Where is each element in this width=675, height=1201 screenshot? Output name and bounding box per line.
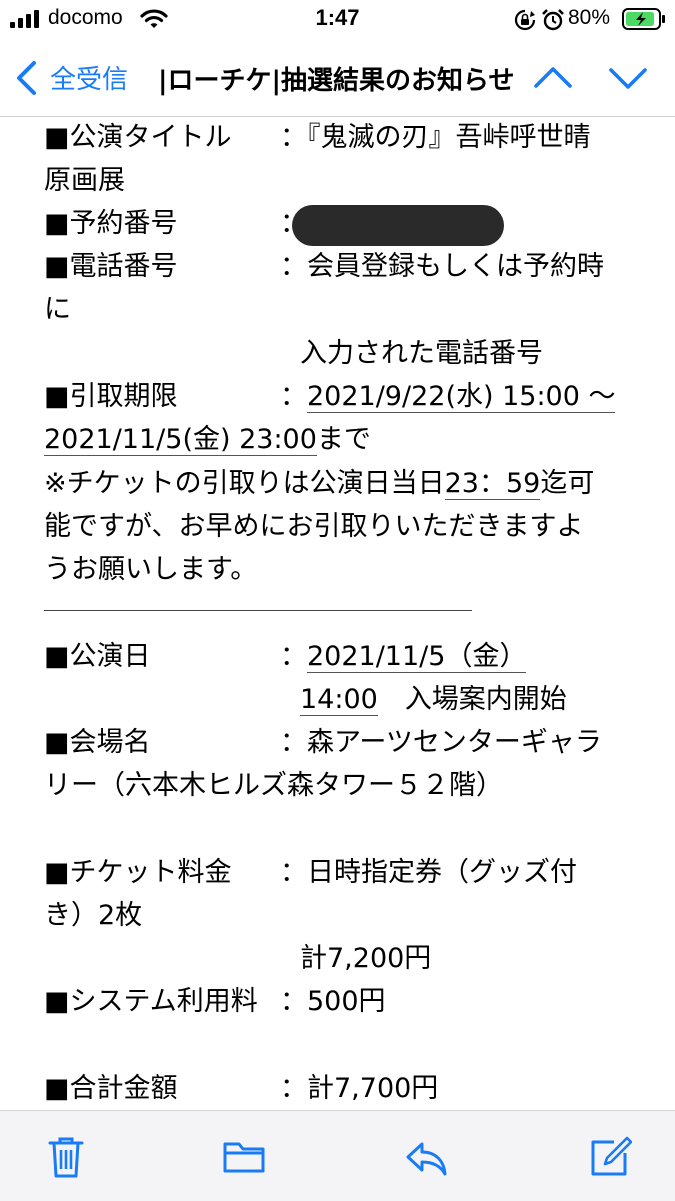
reply-icon[interactable] [404, 1135, 448, 1179]
system-fee-label: ■システム利用料 [44, 986, 258, 1017]
phone-label: ■電話番号 [44, 251, 178, 282]
back-button-label[interactable]: 全受信 [50, 59, 128, 96]
pickup-colon: ： [280, 381, 307, 412]
note-line-1: ※チケットの引取りは公演日当日23：59迄可 [44, 468, 594, 500]
note-line-3: うお願いします。 [44, 554, 258, 585]
note-1c: 迄可 [540, 468, 595, 499]
time-value: 14:00 入場案内開始 [300, 684, 567, 716]
date-link[interactable]: 2021/11/5（金） [307, 641, 527, 673]
phone-continuation-2: 入力された電話番号 [300, 338, 543, 369]
title-label: ■公演タイトル [44, 122, 232, 153]
pickup-label: ■引取期限 [44, 381, 178, 412]
date-colon: ： [280, 641, 307, 672]
note-time-link[interactable]: 23：59 [444, 468, 541, 500]
total-label: ■合計金額 [44, 1073, 178, 1104]
chevron-down-icon[interactable] [608, 66, 648, 92]
time-suffix: 入場案内開始 [377, 684, 567, 715]
fee-value: ：日時指定券（グッズ付 [280, 857, 577, 888]
phone-value: ：会員登録もしくは予約時 [280, 251, 604, 282]
time-link[interactable]: 14:00 [300, 684, 378, 716]
pickup-start-link[interactable]: 2021/9/22(水) 15:00 ～ [307, 381, 616, 413]
fee-continuation: き）2枚 [44, 900, 143, 931]
pickup-end: 2021/11/5(金) 23:00まで [44, 424, 371, 456]
compose-icon[interactable] [588, 1135, 632, 1179]
total-value: ：計7,700円 [280, 1073, 439, 1104]
system-fee-value: ：500円 [280, 986, 386, 1017]
battery-percent: 80% [568, 6, 611, 29]
email-subject: |ローチケ|抽選結果のお知らせ [158, 66, 515, 96]
date-value: ：2021/11/5（金） [280, 641, 527, 673]
status-bar: docomo 1:47 80% [0, 0, 675, 40]
email-body: ■公演タイトル ：『鬼滅の刃』吾峠呼世晴 原画展 ■予約番号 ： ■電話番号 ：… [0, 117, 675, 1110]
fee-total: 計7,200円 [300, 943, 432, 974]
title-value: ：『鬼滅の刃』吾峠呼世晴 [280, 122, 591, 153]
nav-bar: 全受信 |ローチケ|抽選結果のお知らせ [0, 40, 675, 117]
venue-label: ■会場名 [44, 727, 151, 758]
reservation-label: ■予約番号 [44, 208, 178, 239]
pickup-end-suffix: まで [316, 424, 371, 455]
chevron-up-icon[interactable] [533, 64, 573, 90]
title-continuation: 原画展 [44, 165, 125, 196]
redacted-reservation-number [292, 205, 504, 246]
bottom-toolbar [0, 1110, 675, 1201]
pickup-end-link[interactable]: 2021/11/5(金) 23:00 [44, 424, 317, 456]
battery-icon [622, 8, 665, 30]
alarm-icon [542, 9, 564, 31]
venue-value: ：森アーツセンターギャラ [280, 727, 602, 758]
back-chevron-icon[interactable] [14, 60, 38, 96]
phone-continuation: に [44, 294, 71, 325]
pickup-period: ：2021/9/22(水) 15:00 ～ [280, 381, 616, 413]
fee-label: ■チケット料金 [44, 857, 232, 888]
rotation-lock-icon [514, 9, 536, 31]
date-label: ■公演日 [44, 641, 151, 672]
venue-continuation: リー（六本木ヒルズ森タワー５２階） [44, 770, 503, 801]
trash-icon[interactable] [44, 1135, 88, 1179]
note-line-2: 能ですが、お早めにお引取りいただきますよ [44, 511, 584, 542]
note-1a: ※チケットの引取りは公演日当日 [44, 468, 445, 499]
folder-icon[interactable] [222, 1135, 266, 1179]
divider [44, 610, 472, 611]
